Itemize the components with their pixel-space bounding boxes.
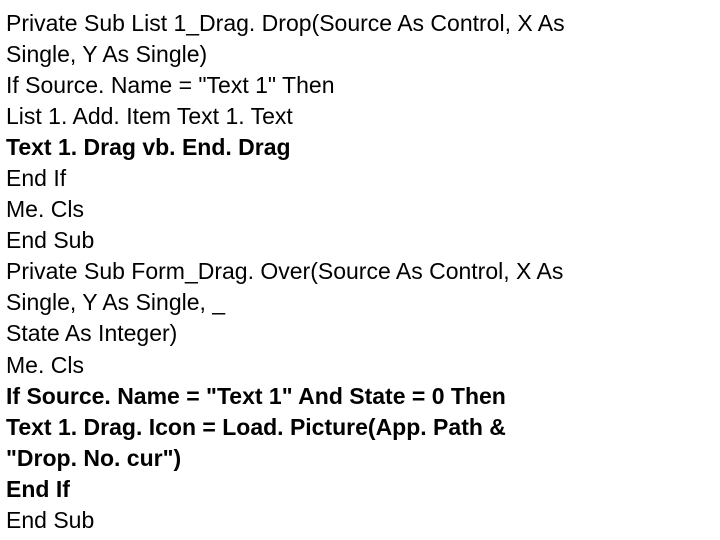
code-line: Single, Y As Single): [6, 39, 714, 70]
code-line: Private Sub List 1_Drag. Drop(Source As …: [6, 8, 714, 39]
code-line: Text 1. Drag. Icon = Load. Picture(App. …: [6, 412, 714, 443]
code-line: Me. Cls: [6, 350, 714, 381]
code-line: End If: [6, 163, 714, 194]
code-line: State As Integer): [6, 318, 714, 349]
code-line: Me. Cls: [6, 194, 714, 225]
code-line: Private Sub Form_Drag. Over(Source As Co…: [6, 256, 714, 287]
code-line: If Source. Name = "Text 1" And State = 0…: [6, 381, 714, 412]
code-line: End Sub: [6, 225, 714, 256]
code-line: "Drop. No. cur"): [6, 443, 714, 474]
code-line: End If: [6, 474, 714, 505]
code-line: If Source. Name = "Text 1" Then: [6, 70, 714, 101]
code-line: End Sub: [6, 505, 714, 536]
code-line: Text 1. Drag vb. End. Drag: [6, 132, 714, 163]
code-line: List 1. Add. Item Text 1. Text: [6, 101, 714, 132]
code-line: Single, Y As Single, _: [6, 287, 714, 318]
